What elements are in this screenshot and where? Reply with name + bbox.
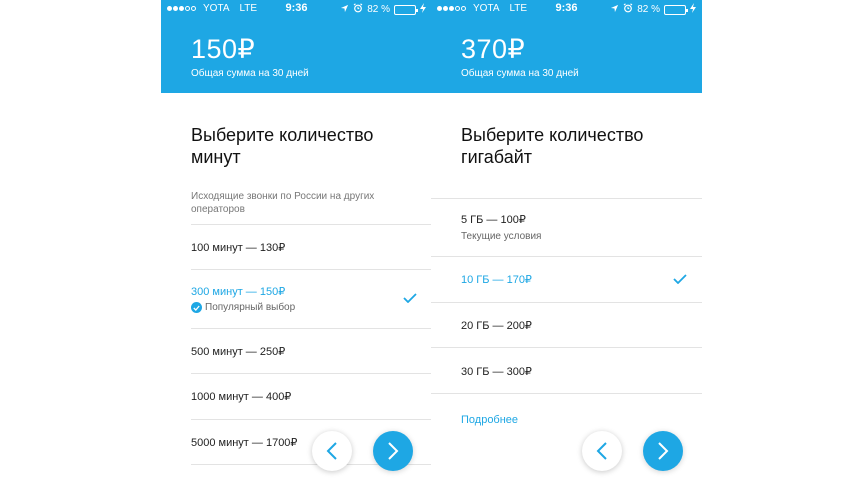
option-label: 30 ГБ — 300₽ bbox=[461, 366, 532, 378]
divider bbox=[431, 347, 702, 348]
page-title: Выберите количество гигабайт bbox=[461, 125, 644, 167]
divider bbox=[191, 419, 432, 420]
page-title: Выберите количество минут bbox=[191, 125, 374, 167]
total-price: 150₽ bbox=[191, 34, 256, 64]
option-label: 300 минут — 150₽ bbox=[191, 286, 286, 298]
divider bbox=[191, 269, 432, 270]
popular-badge: Популярный выбор bbox=[191, 302, 295, 313]
chevron-left-icon bbox=[596, 442, 607, 460]
status-bar: YOTA LTE 9:36 82 % bbox=[161, 0, 432, 18]
checkmark-circle-icon bbox=[191, 302, 202, 313]
option-label: 5 ГБ — 100₽ bbox=[461, 214, 526, 226]
divider bbox=[191, 224, 432, 225]
chevron-right-icon bbox=[658, 442, 669, 460]
alarm-clock-icon bbox=[353, 3, 363, 16]
page-subtitle: Исходящие звонки по России на других опе… bbox=[191, 191, 375, 215]
price-header: YOTA LTE 9:36 82 % 370₽ Общая сумма на 3… bbox=[431, 0, 702, 93]
charging-bolt-icon bbox=[690, 3, 696, 16]
current-terms-note: Текущие условия bbox=[461, 231, 542, 242]
checkmark-icon bbox=[403, 293, 417, 303]
location-arrow-icon bbox=[340, 4, 349, 16]
back-button[interactable] bbox=[312, 431, 352, 471]
total-price: 370₽ bbox=[461, 34, 526, 64]
option-label: 500 минут — 250₽ bbox=[191, 346, 286, 358]
data-screen: YOTA LTE 9:36 82 % 370₽ Общая сумма на 3… bbox=[431, 0, 702, 480]
price-header: YOTA LTE 9:36 82 % 150₽ Общая сумма на 3… bbox=[161, 0, 432, 93]
divider bbox=[431, 198, 702, 199]
popular-badge-label: Популярный выбор bbox=[205, 302, 296, 313]
battery-percent: 82 % bbox=[637, 4, 660, 15]
battery-icon bbox=[664, 4, 688, 15]
option-label: 5000 минут — 1700₽ bbox=[191, 437, 298, 449]
option-label: 20 ГБ — 200₽ bbox=[461, 320, 532, 332]
status-bar: YOTA LTE 9:36 82 % bbox=[431, 0, 702, 18]
option-label: 100 минут — 130₽ bbox=[191, 242, 286, 254]
total-caption: Общая сумма на 30 дней bbox=[461, 68, 579, 79]
next-button[interactable] bbox=[643, 431, 683, 471]
divider bbox=[431, 256, 702, 257]
divider bbox=[431, 393, 702, 394]
alarm-clock-icon bbox=[623, 3, 633, 16]
divider bbox=[191, 373, 432, 374]
battery-icon bbox=[394, 4, 418, 15]
battery-percent: 82 % bbox=[367, 4, 390, 15]
option-label: 1000 минут — 400₽ bbox=[191, 391, 292, 403]
option-label: 10 ГБ — 170₽ bbox=[461, 274, 532, 286]
divider bbox=[431, 302, 702, 303]
more-details-link[interactable]: Подробнее bbox=[461, 414, 518, 426]
location-arrow-icon bbox=[610, 4, 619, 16]
minutes-screen: YOTA LTE 9:36 82 % 150₽ Общая сумма на 3… bbox=[161, 0, 432, 480]
divider bbox=[191, 328, 432, 329]
charging-bolt-icon bbox=[420, 3, 426, 16]
chevron-right-icon bbox=[388, 442, 399, 460]
back-button[interactable] bbox=[582, 431, 622, 471]
total-caption: Общая сумма на 30 дней bbox=[191, 68, 309, 79]
checkmark-icon bbox=[673, 274, 687, 284]
next-button[interactable] bbox=[373, 431, 413, 471]
chevron-left-icon bbox=[326, 442, 337, 460]
